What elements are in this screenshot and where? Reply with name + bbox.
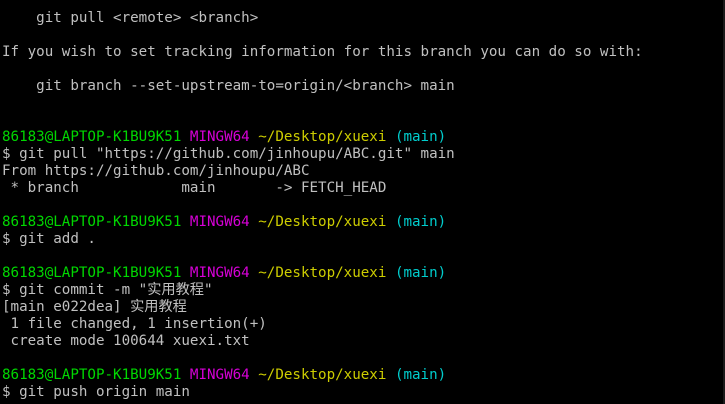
prompt-path: ~/Desktop/xuexi	[258, 367, 387, 383]
prompt-path: ~/Desktop/xuexi	[258, 265, 387, 281]
output-line: [main e022dea] 实用教程	[0, 299, 725, 316]
prompt-user: 86183@LAPTOP-K1BU9K51	[2, 129, 182, 145]
output-line: If you wish to set tracking information …	[0, 44, 725, 61]
prompt-path: ~/Desktop/xuexi	[258, 214, 387, 230]
output-text: $ git pull "https://github.com/jinhoupu/…	[2, 146, 455, 162]
output-text: $ git commit -m "实用教程"	[2, 282, 213, 298]
output-text: create mode 100644 xuexi.txt	[2, 333, 250, 349]
prompt-system: MINGW64	[189, 214, 250, 230]
prompt-system: MINGW64	[189, 129, 250, 145]
output-line: $ git add .	[0, 231, 725, 248]
output-text: $ git add .	[2, 231, 96, 247]
output-text: 1 file changed, 1 insertion(+)	[2, 316, 267, 332]
output-line: git pull <remote> <branch>	[0, 10, 725, 27]
output-text: [main e022dea] 实用教程	[2, 299, 187, 315]
prompt-line: 86183@LAPTOP-K1BU9K51 MINGW64 ~/Desktop/…	[0, 265, 725, 282]
prompt-branch: (main)	[394, 265, 447, 281]
prompt-line: 86183@LAPTOP-K1BU9K51 MINGW64 ~/Desktop/…	[0, 129, 725, 146]
prompt-path: ~/Desktop/xuexi	[258, 129, 387, 145]
output-line: $ git commit -m "实用教程"	[0, 282, 725, 299]
output-line: $ git push origin main	[0, 384, 725, 401]
prompt-branch: (main)	[394, 129, 447, 145]
output-text: git branch --set-upstream-to=origin/<bra…	[2, 78, 455, 94]
prompt-system: MINGW64	[189, 367, 250, 383]
prompt-branch: (main)	[394, 214, 447, 230]
prompt-branch: (main)	[394, 367, 447, 383]
output-line: From https://github.com/jinhoupu/ABC	[0, 163, 725, 180]
output-text: * branch main -> FETCH_HEAD	[2, 180, 387, 196]
output-text: If you wish to set tracking information …	[2, 44, 643, 60]
output-line: git branch --set-upstream-to=origin/<bra…	[0, 78, 725, 95]
output-text: From https://github.com/jinhoupu/ABC	[2, 163, 310, 179]
prompt-line: 86183@LAPTOP-K1BU9K51 MINGW64 ~/Desktop/…	[0, 367, 725, 384]
output-line: * branch main -> FETCH_HEAD	[0, 180, 725, 197]
output-text: git pull <remote> <branch>	[2, 10, 259, 26]
prompt-user: 86183@LAPTOP-K1BU9K51	[2, 214, 182, 230]
prompt-user: 86183@LAPTOP-K1BU9K51	[2, 265, 182, 281]
prompt-system: MINGW64	[189, 265, 250, 281]
output-line: $ git pull "https://github.com/jinhoupu/…	[0, 146, 725, 163]
output-line: create mode 100644 xuexi.txt	[0, 333, 725, 350]
prompt-line: 86183@LAPTOP-K1BU9K51 MINGW64 ~/Desktop/…	[0, 214, 725, 231]
output-line: 1 file changed, 1 insertion(+)	[0, 316, 725, 333]
terminal-output[interactable]: git pull <remote> <branch> If you wish to…	[0, 0, 725, 404]
prompt-user: 86183@LAPTOP-K1BU9K51	[2, 367, 182, 383]
output-text: $ git push origin main	[2, 384, 190, 400]
